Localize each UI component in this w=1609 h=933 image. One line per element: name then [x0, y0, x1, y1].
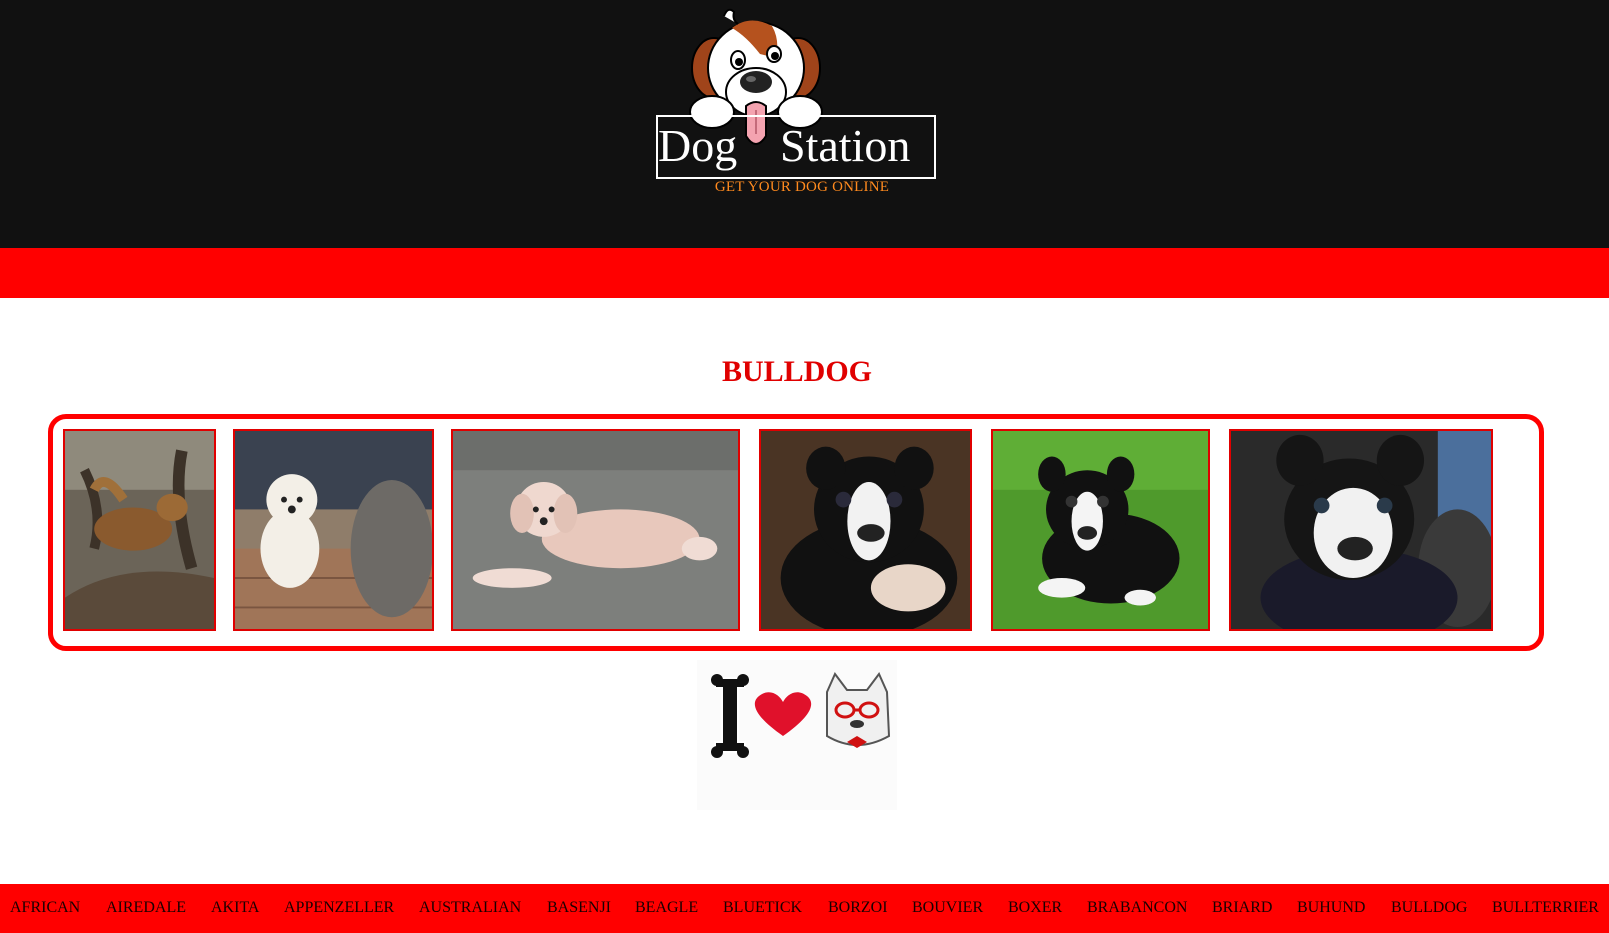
- i-love-frenchie-icon: [697, 660, 897, 810]
- dog-in-tree-photo: [65, 431, 214, 629]
- nav-item-australian[interactable]: AUSTRALIAN: [419, 899, 521, 917]
- nav-item-bullterrier[interactable]: BULLTERRIER: [1492, 899, 1599, 917]
- site-logo[interactable]: Dog Station GET YOUR DOG ONLINE: [656, 6, 936, 206]
- gallery-photo-5[interactable]: [991, 429, 1210, 631]
- gallery-photo-6[interactable]: [1229, 429, 1493, 631]
- nav-item-bulldog[interactable]: BULLDOG: [1391, 899, 1467, 917]
- nav-item-bluetick[interactable]: BLUETICK: [723, 899, 802, 917]
- nav-item-airedale[interactable]: AIREDALE: [106, 899, 186, 917]
- nav-item-appenzeller[interactable]: APPENZELLER: [284, 899, 394, 917]
- gallery-photo-2[interactable]: [233, 429, 434, 631]
- pink-poodle-lying-photo: [453, 431, 738, 629]
- boston-terrier-puppy-paw-photo: [761, 431, 970, 629]
- nav-item-beagle[interactable]: BEAGLE: [635, 899, 698, 917]
- nav-item-african[interactable]: AFRICAN: [10, 899, 80, 917]
- site-header: Dog Station GET YOUR DOG ONLINE: [0, 0, 1609, 248]
- gallery-photo-4[interactable]: [759, 429, 972, 631]
- nav-item-bouvier[interactable]: BOUVIER: [912, 899, 983, 917]
- nav-item-briard[interactable]: BRIARD: [1212, 899, 1272, 917]
- boston-terrier-puppy-held-photo: [1231, 431, 1491, 629]
- photo-gallery: [48, 414, 1544, 651]
- nav-item-akita[interactable]: AKITA: [211, 899, 259, 917]
- gallery-photo-1[interactable]: [63, 429, 216, 631]
- brand-name-part2: Station: [780, 120, 911, 171]
- boston-terrier-puppy-grass-photo: [993, 431, 1208, 629]
- gallery-photo-3[interactable]: [451, 429, 740, 631]
- breed-title: BULLDOG: [721, 355, 873, 388]
- nav-item-basenji[interactable]: BASENJI: [547, 899, 611, 917]
- brand-tagline: GET YOUR DOG ONLINE: [714, 179, 890, 195]
- header-red-band: [0, 248, 1609, 298]
- nav-item-buhund[interactable]: BUHUND: [1297, 899, 1365, 917]
- nav-item-brabancon[interactable]: BRABANCON: [1087, 899, 1187, 917]
- nav-item-borzoi[interactable]: BORZOI: [828, 899, 888, 917]
- brand-name-part1: Dog: [658, 120, 738, 171]
- nav-item-boxer[interactable]: BOXER: [1008, 899, 1062, 917]
- breed-nav-bar: AFRICAN AIREDALE AKITA APPENZELLER AUSTR…: [0, 884, 1609, 933]
- white-poodle-with-elephant-photo: [235, 431, 432, 629]
